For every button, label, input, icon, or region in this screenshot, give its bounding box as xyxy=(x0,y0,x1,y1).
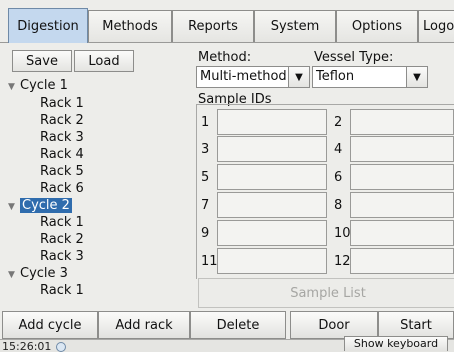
sample-id-field[interactable] xyxy=(217,192,327,218)
sample-slot-number: 10 xyxy=(334,226,351,241)
sample-id-field[interactable] xyxy=(217,220,327,246)
tree-item-rack[interactable]: Rack 4 xyxy=(40,146,84,163)
sample-id-field[interactable] xyxy=(350,220,454,246)
sample-slot-number: 5 xyxy=(201,170,210,185)
clock: 15:26:01 xyxy=(2,340,52,352)
sample-slot-number: 7 xyxy=(201,198,210,213)
tree-item-rack[interactable]: Rack 1 xyxy=(40,214,84,231)
tree-item-rack[interactable]: Rack 1 xyxy=(40,282,84,299)
tab-digestion[interactable]: Digestion xyxy=(8,8,88,43)
sample-slot-number: 4 xyxy=(334,142,343,157)
tree-item-cycle-1[interactable]: ▼ Cycle 1 xyxy=(8,77,68,94)
method-label: Method: xyxy=(198,50,252,65)
tab-methods[interactable]: Methods xyxy=(88,10,172,42)
start-button[interactable]: Start xyxy=(378,311,454,339)
tab-options[interactable]: Options xyxy=(336,10,418,42)
delete-button[interactable]: Delete xyxy=(190,311,286,339)
vessel-type-value: Teflon xyxy=(316,69,355,84)
sample-slot-number: 1 xyxy=(201,115,210,130)
door-button[interactable]: Door xyxy=(290,311,378,339)
tree-item-label: Rack 1 xyxy=(40,283,84,298)
sample-id-field[interactable] xyxy=(350,248,454,274)
tree-item-label: Rack 6 xyxy=(40,181,84,196)
tree-item-label: Cycle 1 xyxy=(20,78,68,93)
tree-item-rack[interactable]: Rack 2 xyxy=(40,112,84,129)
tab-bar: Digestion Methods Reports System Options… xyxy=(0,0,454,43)
sample-id-field[interactable] xyxy=(350,136,454,162)
tab-system[interactable]: System xyxy=(254,10,336,42)
tree-item-label: Cycle 2 xyxy=(20,198,72,213)
sample-id-field[interactable] xyxy=(217,136,327,162)
method-value: Multi-method xyxy=(200,69,287,84)
tree-item-label: Cycle 3 xyxy=(20,266,68,281)
tree-item-cycle-2[interactable]: ▼ Cycle 2 xyxy=(8,197,72,214)
sample-id-field[interactable] xyxy=(217,164,327,190)
load-button[interactable]: Load xyxy=(74,50,134,72)
tree-item-label: Rack 4 xyxy=(40,147,84,162)
sample-id-field[interactable] xyxy=(217,109,327,135)
add-cycle-button[interactable]: Add cycle xyxy=(2,311,98,339)
sample-slot-number: 12 xyxy=(334,254,351,269)
show-keyboard-button[interactable]: Show keyboard xyxy=(344,336,448,351)
tree-item-label: Rack 1 xyxy=(40,215,84,230)
sample-slot-number: 9 xyxy=(201,226,210,241)
sample-slot-number: 11 xyxy=(201,254,218,269)
tree-item-rack[interactable]: Rack 5 xyxy=(40,163,84,180)
tree-item-label: Rack 5 xyxy=(40,164,84,179)
tree-item-rack[interactable]: Rack 1 xyxy=(40,95,84,112)
sample-id-field[interactable] xyxy=(350,164,454,190)
tree-item-cycle-3[interactable]: ▼ Cycle 3 xyxy=(8,265,68,282)
tree-item-label: Rack 3 xyxy=(40,249,84,264)
expand-arrow-icon[interactable]: ▼ xyxy=(8,199,20,216)
expand-arrow-icon[interactable]: ▼ xyxy=(8,267,20,284)
sample-slot-number: 2 xyxy=(334,115,343,130)
vessel-type-select[interactable]: Teflon ▼ xyxy=(312,66,428,88)
tree-item-label: Rack 2 xyxy=(40,232,84,247)
tree-item-rack[interactable]: Rack 6 xyxy=(40,180,84,197)
vessel-type-label: Vessel Type: xyxy=(314,50,394,65)
tab-logout[interactable]: Logou xyxy=(418,10,454,42)
sample-slot-number: 8 xyxy=(334,198,343,213)
tree-item-label: Rack 1 xyxy=(40,96,84,111)
tab-reports[interactable]: Reports xyxy=(172,10,254,42)
tree-item-label: Rack 3 xyxy=(40,130,84,145)
sample-id-field[interactable] xyxy=(350,192,454,218)
tree-item-rack[interactable]: Rack 3 xyxy=(40,248,84,265)
tree-item-rack[interactable]: Rack 2 xyxy=(40,231,84,248)
method-select[interactable]: Multi-method ▼ xyxy=(196,66,310,88)
add-rack-button[interactable]: Add rack xyxy=(98,311,190,339)
sample-id-field[interactable] xyxy=(217,248,327,274)
sample-list-button[interactable]: Sample List xyxy=(198,278,454,308)
chevron-down-icon[interactable]: ▼ xyxy=(406,67,427,87)
tree-item-label: Rack 2 xyxy=(40,113,84,128)
chevron-down-icon[interactable]: ▼ xyxy=(288,67,309,87)
save-button[interactable]: Save xyxy=(12,50,72,72)
expand-arrow-icon[interactable]: ▼ xyxy=(8,79,20,96)
sample-id-field[interactable] xyxy=(350,109,454,135)
sample-slot-number: 3 xyxy=(201,142,210,157)
tree-item-rack[interactable]: Rack 3 xyxy=(40,129,84,146)
sample-slot-number: 6 xyxy=(334,170,343,185)
